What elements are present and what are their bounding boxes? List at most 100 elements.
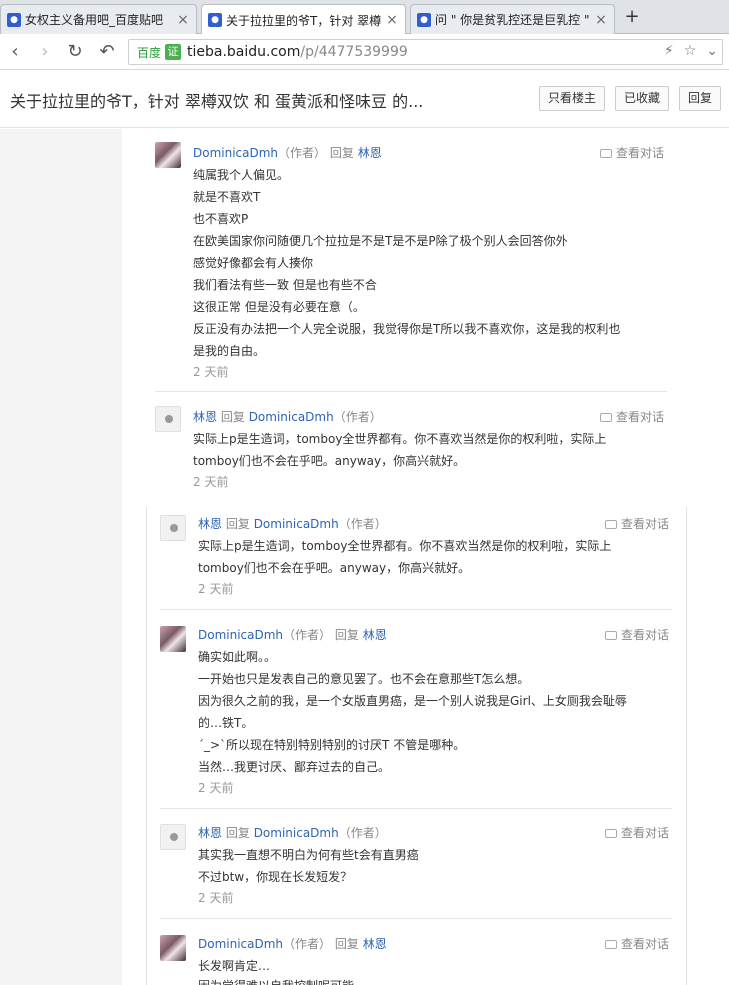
view-conversation-link[interactable]: 查看对话 [600,144,664,161]
close-icon[interactable]: × [176,12,190,28]
timestamp: 2 天前 [198,781,234,795]
tab-question-thread[interactable]: ● 问 " 你是贫乳控还是巨乳控 " × [410,4,615,34]
view-conversation-link[interactable]: 查看对话 [600,408,664,425]
target-link[interactable]: 林恩 [358,146,382,160]
back-icon[interactable]: ‹ [4,41,26,63]
reply-text: 就是不喜欢T [193,190,261,204]
reply-text: tomboy们也不会在乎吧。anyway，你高兴就好。 [193,454,466,468]
reply-meta: 林恩 回复 DominicaDmh（作者） [198,515,387,532]
reply-text: 不过btw，你现在长发短发？ [198,870,353,884]
reply-text: 的…铁T。 [198,716,254,730]
reply-text: 纯属我个人偏见。 [193,168,290,182]
reply-text: tomboy们也不会在乎吧。anyway，你高兴就好。 [198,561,471,575]
baidu-paw-icon: ● [417,12,431,27]
author-link[interactable]: DominicaDmh [198,628,283,642]
reply-text: 一开始也只是发表自己的意见罢了。也不会在意那些T怎么想。 [198,672,530,686]
tab-strip: ● 女权主义备用吧_百度贴吧 × ● 关于拉拉里的爷T，针对 翠樽 × ● 问 … [0,0,729,35]
view-conversation-link[interactable]: 查看对话 [605,515,669,532]
address-bar[interactable]: 百度 证 tieba.baidu.com /p/4477539999 ⚡ ☆ ⌄ [128,39,723,65]
tab-label: 问 " 你是贫乳控还是巨乳控 " [435,13,590,27]
reply-text: 因为觉得难以自我控制呢可能 [198,977,354,985]
view-conversation-link[interactable]: 查看对话 [605,935,669,952]
target-link[interactable]: 林恩 [363,937,387,951]
forward-icon[interactable]: › [34,41,56,63]
conversation-panel-border [686,507,687,985]
target-link[interactable]: 林恩 [363,628,387,642]
reply-meta: DominicaDmh（作者） 回复 林恩 [193,144,382,161]
reply-text: 是我的自由。 [193,344,266,358]
author-tag: （作者） [338,517,387,531]
avatar[interactable] [155,142,181,168]
reply-text: 实际上p是生造词，tomboy全世界都有。你不喜欢当然是你的权利啦，实际上 [193,432,607,446]
divider [160,808,672,809]
tab-label: 关于拉拉里的爷T，针对 翠樽 [226,13,381,28]
url-path: /p/4477539999 [300,44,408,60]
close-icon[interactable]: × [385,12,399,28]
baidu-paw-icon: ● [208,13,222,27]
reply-text: 也不喜欢P [193,212,249,226]
page-title: 关于拉拉里的爷T，针对 翠樽双饮 和 蛋黄派和怪味豆 的... [10,92,424,111]
close-icon[interactable]: × [594,12,608,28]
only-op-button[interactable]: 只看楼主 [539,86,606,111]
author-tag: （作者） [333,410,382,424]
reply-text: ´_>`所以现在特别特别特别的讨厌T 不管是哪种。 [198,738,466,752]
author-link[interactable]: 林恩 [193,410,217,424]
chevron-down-icon[interactable]: ⌄ [706,43,718,59]
undo-icon[interactable]: ↶ [96,41,118,63]
chat-icon [600,149,612,158]
author-tag: （作者） [283,937,332,951]
reply-text: 因为很久之前的我，是一个女版直男癌，是一个别人说我是Girl、上女厕我会耻辱 [198,694,627,708]
reload-icon[interactable]: ↻ [64,41,86,63]
new-tab-button[interactable]: + [620,6,644,28]
author-link[interactable]: DominicaDmh [193,146,278,160]
conversation-panel-border [146,507,147,985]
author-link[interactable]: 林恩 [198,826,222,840]
reply-text: 确实如此啊。。 [198,650,277,664]
view-conversation-link[interactable]: 查看对话 [605,626,669,643]
reply-word: 回复 [220,410,245,424]
avatar[interactable] [160,935,186,961]
reply-text: 感觉好像都会有人揍你 [193,256,314,270]
reply-text: 这很正常 但是没有必要在意（。 [193,300,365,314]
timestamp: 2 天前 [193,365,229,379]
tab-label: 女权主义备用吧_百度贴吧 [25,13,164,27]
reply-text: 长发啊肯定… [198,959,271,973]
avatar[interactable] [160,824,186,850]
avatar[interactable] [160,626,186,652]
reply-button[interactable]: 回复 [679,86,722,111]
view-conversation-link[interactable]: 查看对话 [605,824,669,841]
target-link[interactable]: DominicaDmh [249,410,334,424]
site-badge: 百度 [137,45,162,60]
author-link[interactable]: 林恩 [198,517,222,531]
star-icon[interactable]: ☆ [684,43,697,59]
cert-icon: 证 [165,44,182,60]
favorited-button[interactable]: 已收藏 [615,86,670,111]
reply-word: 回复 [225,517,250,531]
tab-current-thread[interactable]: ● 关于拉拉里的爷T，针对 翠樽 × [201,4,406,35]
reply-text: 我们看法有些一致 但是也有些不合 [193,278,377,292]
chat-icon [605,631,617,640]
avatar[interactable] [155,406,181,432]
reply-word: 回复 [225,826,250,840]
reply-word: 回复 [329,146,354,160]
author-tag: （作者） [283,628,332,642]
left-sidebar [0,129,122,985]
reply-meta: DominicaDmh（作者） 回复 林恩 [198,626,387,643]
author-link[interactable]: DominicaDmh [198,937,283,951]
timestamp: 2 天前 [198,891,234,905]
reply-text: 当然…我更讨厌、鄙弃过去的自己。 [198,760,391,774]
avatar[interactable] [160,515,186,541]
thread-header: 关于拉拉里的爷T，针对 翠樽双饮 和 蛋黄派和怪味豆 的... 只看楼主 已收藏… [0,70,729,128]
baidu-paw-icon: ● [7,12,21,27]
timestamp: 2 天前 [198,582,234,596]
lightning-icon[interactable]: ⚡ [664,43,674,59]
target-link[interactable]: DominicaDmh [254,826,339,840]
reply-word: 回复 [334,937,359,951]
chat-icon [605,829,617,838]
chat-icon [600,413,612,422]
tab-feminism-bar[interactable]: ● 女权主义备用吧_百度贴吧 × [0,4,197,34]
reply-text: 反正没有办法把一个人完全说服，我觉得你是T所以我不喜欢你，这是我的权利也 [193,322,621,336]
reply-meta: DominicaDmh（作者） 回复 林恩 [198,935,387,952]
target-link[interactable]: DominicaDmh [254,517,339,531]
divider [160,609,672,610]
